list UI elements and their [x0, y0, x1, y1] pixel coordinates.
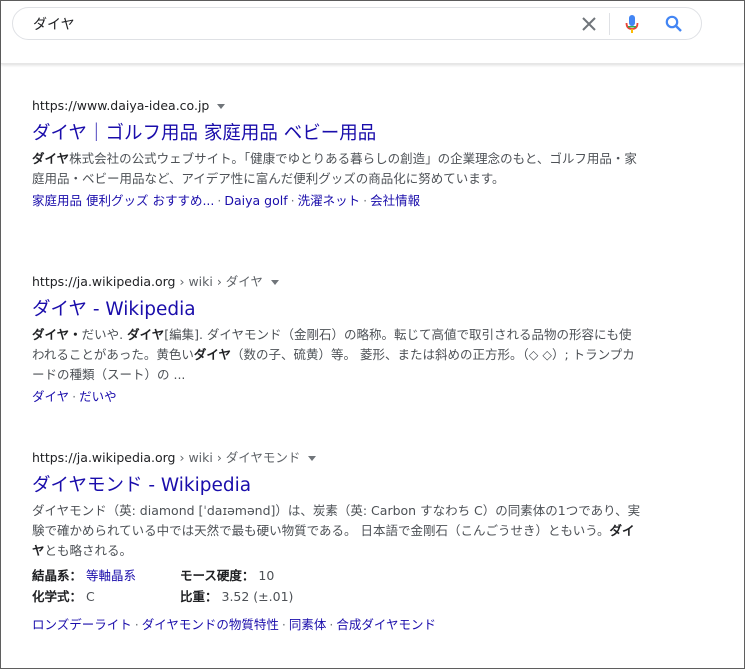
result-sitelinks: 家庭用品 便利グッズ おすすめ... · Daiya golf · 洗濯ネット · 会社情報: [32, 193, 421, 208]
fact-chemical-formula: 化学式： C: [32, 589, 95, 604]
search-box-divider: [609, 13, 610, 35]
caret-down-icon[interactable]: [308, 456, 317, 461]
caret-down-icon[interactable]: [217, 104, 226, 109]
result-url-breadcrumb: › wiki › ダイヤ: [175, 274, 263, 289]
search-box[interactable]: [12, 7, 702, 40]
sitelink[interactable]: ダイヤ: [32, 389, 69, 404]
caret-down-icon[interactable]: [270, 280, 279, 285]
search-header: [1, 1, 744, 64]
sitelink[interactable]: ロンズデーライト: [32, 617, 132, 632]
result-snippet: ダイヤ・だいや. ダイヤ[編集]. ダイヤモンド（金剛石）の略称。転じて高値で取…: [32, 327, 635, 382]
sitelink[interactable]: 合成ダイヤモンド: [336, 617, 436, 632]
search-result: https://ja.wikipedia.org › wiki › ダイヤ ダイ…: [32, 273, 642, 407]
sitelink[interactable]: 会社情報: [370, 193, 420, 208]
fact-specific-gravity: 比重： 3.52 (±.01): [180, 589, 294, 604]
sitelink[interactable]: 同素体: [289, 617, 327, 632]
result-url-text: https://ja.wikipedia.org: [32, 450, 176, 465]
result-url-text: https://www.daiya-idea.co.jp: [32, 98, 210, 113]
microphone-icon[interactable]: [622, 14, 642, 34]
result-title[interactable]: ダイヤ - Wikipedia: [32, 297, 642, 323]
result-url-text: https://ja.wikipedia.org: [32, 274, 176, 289]
sitelink[interactable]: だいや: [79, 389, 117, 404]
result-url[interactable]: https://www.daiya-idea.co.jp: [32, 97, 642, 115]
sitelink[interactable]: Daiya golf: [224, 193, 287, 208]
result-snippet: ダイヤ株式会社の公式ウェブサイト。「健康でゆとりある暮らしの創造」の企業理念のも…: [32, 151, 637, 186]
search-result: https://www.daiya-idea.co.jp ダイヤ｜ゴルフ用品 家…: [32, 97, 642, 211]
sitelink[interactable]: 洗濯ネット: [298, 193, 361, 208]
result-url-breadcrumb: › wiki › ダイヤモンド: [175, 450, 301, 465]
result-snippet: ダイヤモンド（英: diamond [ˈdaɪəmənd]）は、炭素（英: Ca…: [32, 503, 641, 558]
result-title[interactable]: ダイヤ｜ゴルフ用品 家庭用品 ベビー用品: [32, 121, 642, 147]
fact-mohs-hardness: モース硬度： 10: [180, 568, 275, 583]
result-url[interactable]: https://ja.wikipedia.org › wiki › ダイヤ: [32, 273, 642, 291]
sitelink[interactable]: 家庭用品 便利グッズ おすすめ...: [32, 193, 214, 208]
fact-crystal-system: 結晶系： 等軸晶系: [32, 568, 137, 583]
result-facts: 結晶系： 等軸晶系 モース硬度： 10 化学式： C 比重： 3.52 (±.0…: [32, 565, 642, 607]
search-input[interactable]: [31, 13, 555, 35]
search-result: https://ja.wikipedia.org › wiki › ダイヤモンド…: [32, 449, 642, 635]
result-title[interactable]: ダイヤモンド - Wikipedia: [32, 473, 642, 499]
result-url[interactable]: https://ja.wikipedia.org › wiki › ダイヤモンド: [32, 449, 642, 467]
clear-icon[interactable]: [579, 14, 599, 34]
fact-link[interactable]: 等軸晶系: [86, 568, 136, 583]
result-sitelinks: ロンズデーライト · ダイヤモンドの物質特性 · 同素体 · 合成ダイヤモンド: [32, 617, 437, 632]
result-sitelinks: ダイヤ · だいや: [32, 389, 117, 404]
search-icon[interactable]: [664, 14, 684, 34]
sitelink[interactable]: ダイヤモンドの物質特性: [142, 617, 279, 632]
